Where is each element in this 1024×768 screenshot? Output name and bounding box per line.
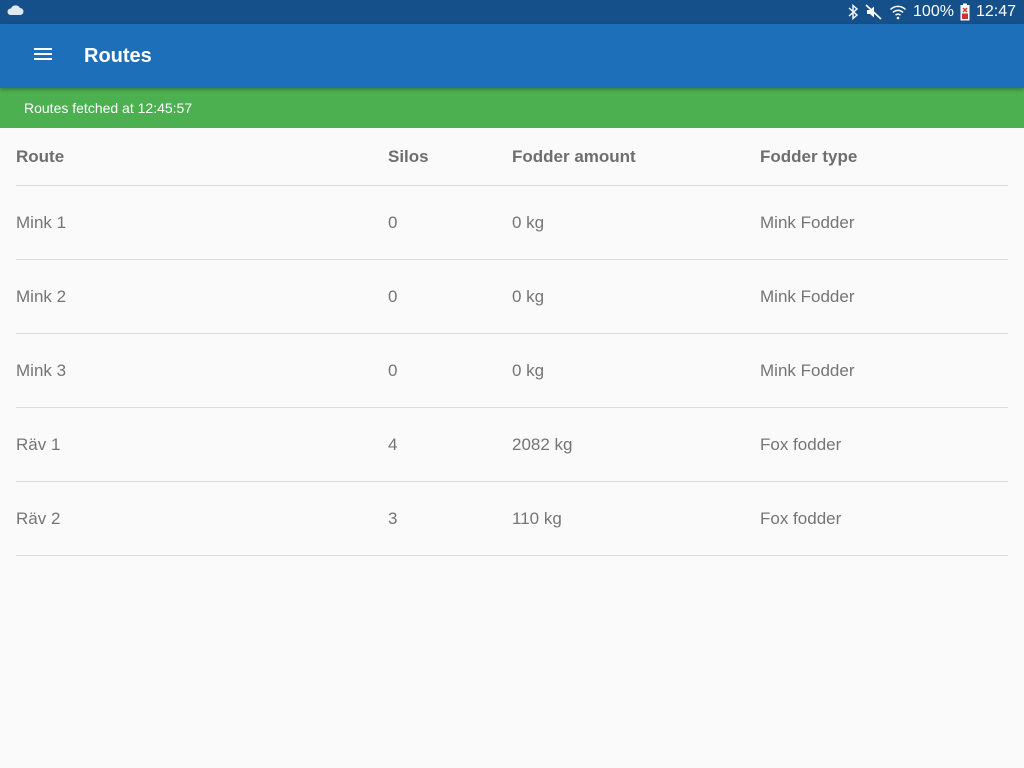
battery-percent: 100% — [913, 3, 954, 20]
cell-fodder-type: Fox fodder — [760, 434, 842, 454]
status-left — [6, 3, 24, 21]
table-row[interactable]: Mink 1 0 0 kg Mink Fodder — [16, 186, 1008, 260]
cell-fodder-type: Mink Fodder — [760, 212, 855, 232]
battery-icon — [960, 3, 970, 21]
bluetooth-icon — [847, 4, 859, 20]
cell-fodder-amount: 0 kg — [512, 286, 545, 306]
cell-silos: 0 — [388, 212, 398, 232]
cell-silos: 0 — [388, 286, 398, 306]
app-bar: Routes — [0, 24, 1024, 88]
menu-button[interactable] — [0, 24, 88, 88]
cell-silos: 4 — [388, 434, 398, 454]
cell-route: Räv 2 — [16, 508, 61, 528]
cell-fodder-amount: 2082 kg — [512, 434, 573, 454]
wifi-icon — [889, 4, 907, 20]
column-header-fodder-type[interactable]: Fodder type — [760, 147, 1008, 167]
cloud-icon — [6, 3, 24, 21]
cell-fodder-type: Mink Fodder — [760, 286, 855, 306]
cell-silos: 0 — [388, 360, 398, 380]
hamburger-menu-icon — [34, 47, 52, 65]
column-header-route[interactable]: Route — [16, 147, 388, 167]
fetch-status-text: Routes fetched at 12:45:57 — [24, 100, 193, 116]
fetch-status-banner: Routes fetched at 12:45:57 — [0, 88, 1024, 128]
mute-icon — [865, 4, 883, 20]
cell-fodder-type: Fox fodder — [760, 508, 842, 528]
cell-route: Mink 2 — [16, 286, 67, 306]
status-bar: 100% 12:47 — [0, 0, 1024, 24]
cell-route: Mink 1 — [16, 212, 67, 232]
cell-fodder-amount: 0 kg — [512, 212, 545, 232]
cell-fodder-amount: 0 kg — [512, 360, 545, 380]
status-time: 12:47 — [975, 3, 1016, 20]
cell-fodder-type: Mink Fodder — [760, 360, 855, 380]
cell-fodder-amount: 110 kg — [512, 508, 562, 528]
cell-route: Mink 3 — [16, 360, 67, 380]
column-header-fodder-amount[interactable]: Fodder amount — [512, 147, 760, 167]
cell-silos: 3 — [388, 508, 398, 528]
table-header: Route Silos Fodder amount Fodder type — [16, 128, 1008, 186]
table-row[interactable]: Mink 2 0 0 kg Mink Fodder — [16, 260, 1008, 334]
page-title: Routes — [84, 44, 152, 67]
routes-table: Route Silos Fodder amount Fodder type Mi… — [16, 128, 1008, 556]
column-header-silos[interactable]: Silos — [388, 147, 512, 167]
table-row[interactable]: Mink 3 0 0 kg Mink Fodder — [16, 334, 1008, 408]
table-row[interactable]: Räv 1 4 2082 kg Fox fodder — [16, 408, 1008, 482]
table-row[interactable]: Räv 2 3 110 kg Fox fodder — [16, 482, 1008, 556]
status-right: 100% 12:47 — [847, 3, 1016, 21]
cell-route: Räv 1 — [16, 434, 61, 454]
